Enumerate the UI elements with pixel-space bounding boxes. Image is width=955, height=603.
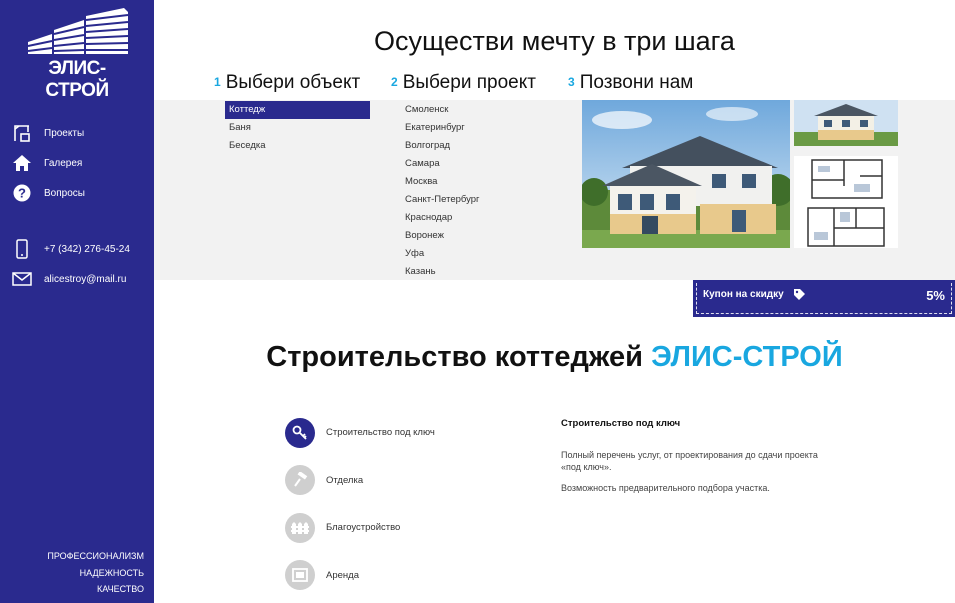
step-label: Выбери проект (402, 72, 536, 93)
rent-icon (285, 560, 315, 591)
sidebar-item-projects[interactable]: Проекты (10, 118, 85, 148)
step-2: 2 Выбери проект (391, 72, 536, 94)
phone-number: +7 (342) 276-45-24 (44, 243, 130, 255)
step-label: Позвони нам (579, 72, 694, 93)
project-item[interactable]: Уфа (405, 245, 480, 263)
project-item[interactable]: Смоленск (405, 101, 480, 119)
project-item[interactable]: Самара (405, 155, 480, 173)
section-title-brand: ЭЛИС-СТРОЙ (651, 341, 843, 373)
service-detail-text: Полный перечень услуг, от проектирования… (561, 450, 818, 472)
service-label: Строительство под ключ (326, 427, 435, 439)
sidebar-item-label: Проекты (44, 127, 85, 139)
service-item-turnkey[interactable]: Строительство под ключ (285, 409, 435, 457)
step-number: 1 (214, 75, 221, 89)
service-detail-text: Возможность предварительного подбора уча… (561, 483, 770, 493)
coupon-value: 5% (926, 288, 945, 303)
project-thumb-plan-1[interactable] (794, 156, 898, 202)
sidebar: ЭЛИС-СТРОЙ Проекты Галерея ? Вопросы +7 … (0, 0, 154, 603)
services-list: Строительство под ключ Отделка Благоустр… (285, 409, 435, 599)
slogan-text: КАЧЕСТВО (97, 584, 144, 594)
fence-icon (285, 512, 315, 543)
email-link[interactable]: alicestroy@mail.ru (10, 264, 130, 294)
svg-text:?: ? (18, 186, 26, 201)
question-icon: ? (10, 182, 34, 204)
project-item[interactable]: Екатеринбург (405, 119, 480, 137)
project-item[interactable]: Воронеж (405, 227, 480, 245)
page-title: Осуществи мечту в три шага (374, 26, 735, 56)
phone-link[interactable]: +7 (342) 276-45-24 (10, 234, 130, 264)
project-item[interactable]: Казань (405, 263, 480, 281)
project-thumb-plan-2[interactable] (794, 202, 898, 248)
sidebar-item-label: Вопросы (44, 187, 85, 199)
sidebar-nav: Проекты Галерея ? Вопросы (10, 118, 85, 208)
logo[interactable]: ЭЛИС-СТРОЙ (22, 8, 132, 101)
service-label: Отделка (326, 474, 364, 486)
project-thumb-facade[interactable] (794, 100, 898, 146)
phone-icon (10, 238, 34, 260)
step-number: 3 (568, 75, 575, 89)
service-item-landscaping[interactable]: Благоустройство (285, 504, 435, 552)
service-detail: Строительство под ключ Полный перечень у… (561, 418, 821, 494)
object-item-cottage[interactable]: Коттедж (225, 101, 370, 119)
mail-icon (10, 268, 34, 290)
sidebar-contacts: +7 (342) 276-45-24 alicestroy@mail.ru (10, 234, 130, 294)
tag-icon (793, 288, 806, 306)
project-list: Смоленск Екатеринбург Волгоград Самара М… (405, 101, 480, 281)
project-item[interactable]: Москва (405, 173, 480, 191)
discount-coupon[interactable]: Купон на скидку 5% (693, 280, 955, 317)
service-label: Благоустройство (326, 522, 401, 534)
sidebar-item-label: Галерея (44, 157, 83, 169)
section-title: Строительство коттеджей ЭЛИС-СТРОЙ (154, 341, 955, 374)
slogan-text: НАДЕЖНОСТЬ (79, 567, 144, 578)
buildings-logo-icon (27, 8, 129, 54)
sidebar-item-questions[interactable]: ? Вопросы (10, 178, 85, 208)
project-item[interactable]: Санкт-Петербург (405, 191, 480, 209)
project-item[interactable]: Краснодар (405, 209, 480, 227)
slogan-text: ПРОФЕССИОНАЛИЗМ (47, 551, 144, 561)
service-label: Аренда (326, 569, 359, 581)
step-1: 1 Выбери объект (214, 72, 360, 94)
logo-text: ЭЛИС-СТРОЙ (45, 58, 109, 101)
object-item-gazebo[interactable]: Беседка (225, 137, 370, 155)
project-item[interactable]: Волгоград (405, 137, 480, 155)
keys-icon (285, 417, 315, 448)
service-item-finishing[interactable]: Отделка (285, 457, 435, 505)
project-photo[interactable] (582, 100, 790, 248)
step-label: Выбери объект (225, 72, 361, 93)
roller-icon (285, 465, 315, 496)
email-address: alicestroy@mail.ru (44, 273, 127, 285)
crane-icon (10, 122, 34, 144)
sidebar-slogans: ПРОФЕССИОНАЛИЗМ НАДЕЖНОСТЬ КАЧЕСТВО (47, 548, 144, 598)
step-3: 3 Позвони нам (568, 72, 693, 94)
service-item-rent[interactable]: Аренда (285, 552, 435, 600)
step-number: 2 (391, 75, 398, 89)
object-item-bath[interactable]: Баня (225, 119, 370, 137)
coupon-label: Купон на скидку (703, 289, 784, 300)
sidebar-item-gallery[interactable]: Галерея (10, 148, 85, 178)
object-list: Коттедж Баня Беседка (225, 101, 370, 155)
section-title-text: Строительство коттеджей (266, 341, 644, 373)
service-detail-title: Строительство под ключ (561, 418, 681, 429)
house-icon (10, 152, 34, 174)
